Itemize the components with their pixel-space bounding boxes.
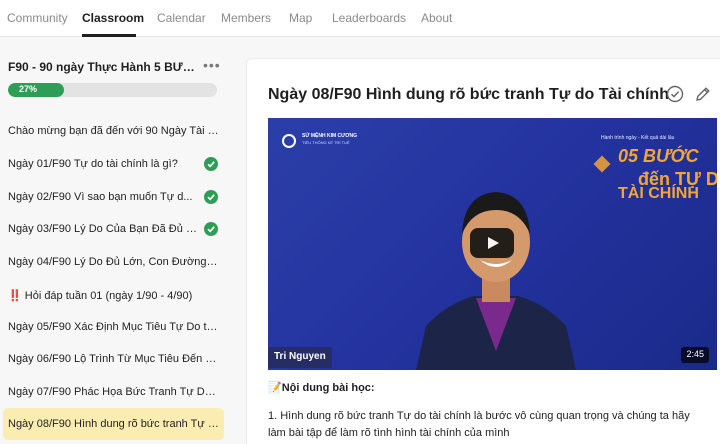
lesson-label: Ngày 06/F90 Lộ Trình Từ Mục Tiêu Đến H..… — [8, 353, 220, 365]
lesson-label: Ngày 02/F90 Vì sao bạn muốn Tự d... — [8, 191, 193, 203]
top-navigation: Community Classroom Calendar Members Map… — [0, 0, 720, 37]
course-sidebar: F90 - 90 ngày Thực Hành 5 BƯỚ... ••• 27%… — [0, 37, 232, 444]
lesson-label: Ngày 03/F90 Lý Do Của Bạn Đã Đủ L... — [8, 223, 198, 235]
progress-label: 27% — [19, 84, 38, 94]
completed-check-icon — [204, 190, 218, 204]
lesson-label: Ngày 01/F90 Tự do tài chính là gì? — [8, 158, 178, 170]
content-heading: 📝Nội dung bài học: — [268, 382, 375, 394]
tab-classroom[interactable]: Classroom — [82, 11, 144, 25]
lesson-item[interactable]: Ngày 04/F90 Lý Do Đủ Lớn, Con Đường M... — [3, 246, 224, 278]
ellipsis-icon[interactable]: ••• — [203, 57, 221, 73]
lesson-label: Ngày 04/F90 Lý Do Đủ Lớn, Con Đường M... — [8, 256, 220, 268]
course-title: F90 - 90 ngày Thực Hành 5 BƯỚ... — [8, 60, 198, 74]
edit-pencil-icon[interactable] — [694, 85, 712, 108]
lesson-item[interactable]: Ngày 07/F90 Phác Họa Bức Tranh Tự Do ... — [3, 376, 224, 408]
lesson-item[interactable]: Ngày 02/F90 Vì sao bạn muốn Tự d... — [3, 181, 224, 213]
video-duration: 2:45 — [681, 347, 709, 363]
lesson-label: Ngày 07/F90 Phác Họa Bức Tranh Tự Do ... — [8, 386, 220, 398]
lesson-item[interactable]: Ngày 01/F90 Tự do tài chính là gì? — [3, 148, 224, 180]
lesson-title: Ngày 08/F90 Hình dung rõ bức tranh Tự do… — [268, 86, 669, 103]
lesson-item-active[interactable]: Ngày 08/F90 Hình dung rõ bức tranh Tự d.… — [3, 408, 224, 440]
tab-members[interactable]: Members — [221, 11, 271, 25]
completed-check-icon — [204, 222, 218, 236]
video-title-line1: 05 BƯỚC — [618, 146, 699, 166]
lesson-label: ‼️ Hỏi đáp tuần 01 (ngày 1/90 - 4/90) — [8, 290, 193, 302]
video-title-line3: TÀI CHÍNH — [618, 185, 699, 202]
tab-map[interactable]: Map — [289, 11, 312, 25]
completed-check-icon — [204, 157, 218, 171]
brand-logo-icon — [282, 134, 296, 148]
video-brand: SỨ MỆNH KIM CƯƠNG — [302, 133, 358, 139]
tab-community[interactable]: Community — [7, 11, 68, 25]
lesson-label: Ngày 08/F90 Hình dung rõ bức tranh Tự d.… — [8, 418, 220, 430]
presenter-name: Tri Nguyen — [268, 347, 332, 368]
lesson-label: Chào mừng bạn đã đến với 90 Ngày Tài C..… — [8, 125, 220, 137]
tab-calendar[interactable]: Calendar — [157, 11, 206, 25]
lesson-item[interactable]: Chào mừng bạn đã đến với 90 Ngày Tài C..… — [3, 115, 224, 147]
video-brand-sub: TIÊU THÔNG KẾ TRÍ TUỆ — [302, 140, 350, 145]
sparkle-icon — [593, 155, 611, 173]
content-body: 1. Hình dung rõ bức tranh Tự do tài chín… — [268, 410, 690, 439]
video-tagline: Hành trình ngày - Kết quả dài lâu — [601, 135, 675, 141]
lesson-content-panel: Ngày 08/F90 Hình dung rõ bức tranh Tự do… — [246, 58, 720, 444]
lesson-label: Ngày 05/F90 Xác Định Mục Tiêu Tự Do tài.… — [8, 321, 220, 333]
tab-about[interactable]: About — [421, 11, 452, 25]
play-button[interactable] — [470, 228, 514, 258]
video-player[interactable]: SỨ MỆNH KIM CƯƠNG TIÊU THÔNG KẾ TRÍ TUỆ … — [268, 118, 717, 370]
lesson-item[interactable]: Ngày 05/F90 Xác Định Mục Tiêu Tự Do tài.… — [3, 311, 224, 343]
lesson-item[interactable]: Ngày 03/F90 Lý Do Của Bạn Đã Đủ L... — [3, 213, 224, 245]
course-progress-bar: 27% — [8, 83, 217, 97]
presenter-figure — [416, 192, 576, 370]
lesson-item[interactable]: ‼️ Hỏi đáp tuần 01 (ngày 1/90 - 4/90) — [3, 279, 224, 311]
lesson-item[interactable]: Ngày 06/F90 Lộ Trình Từ Mục Tiêu Đến H..… — [3, 343, 224, 375]
tab-leaderboards[interactable]: Leaderboards — [332, 11, 406, 25]
check-circle-icon[interactable] — [666, 85, 684, 108]
